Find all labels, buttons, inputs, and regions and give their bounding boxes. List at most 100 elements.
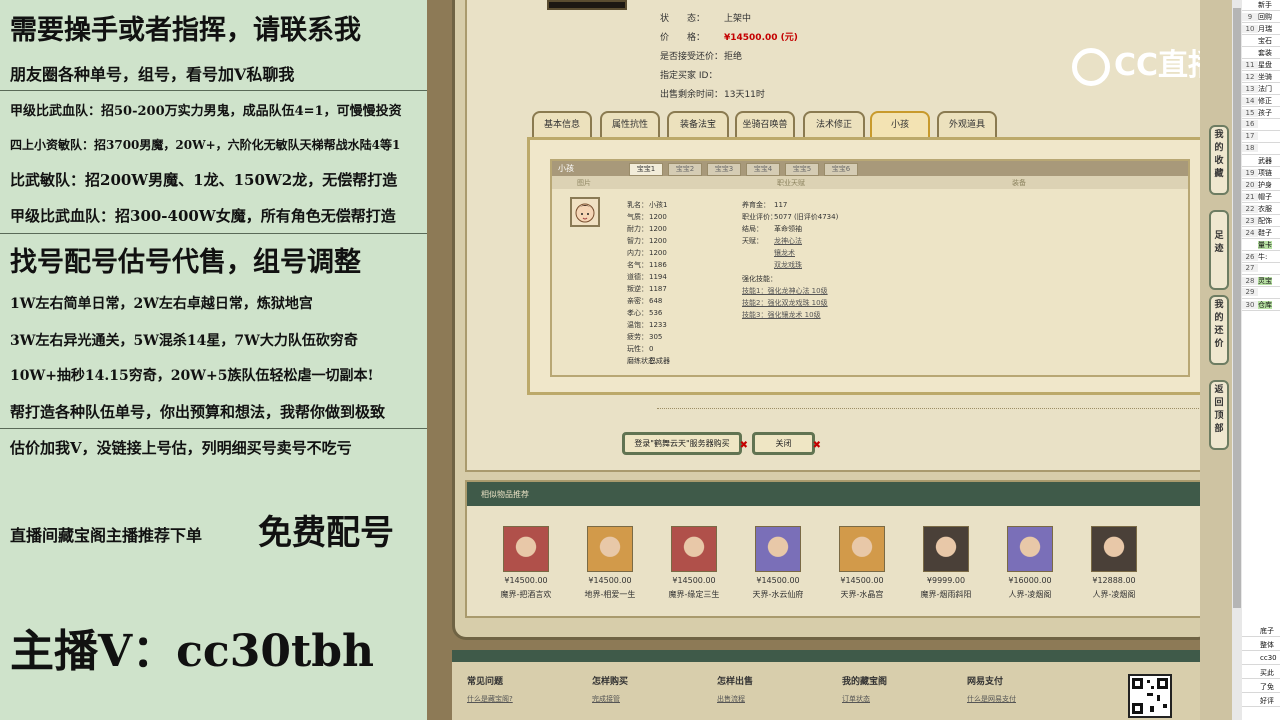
baby-tab-5[interactable]: 宝宝5 [785, 163, 819, 176]
talent-link[interactable]: 双龙戏珠 [774, 261, 802, 269]
login-buy-button[interactable]: 登录"鹤舞云天"服务器购买 ✖ [622, 432, 748, 455]
skill-link[interactable]: 技能1：强化龙神心法 10级 [742, 287, 828, 295]
streamer-overlay-panel: 需要操手或者指挥，请联系我 朋友圈各种单号，组号，看号加V私聊我 甲级比武血队：… [0, 0, 427, 720]
footer-link[interactable]: 什么是网易支付 [967, 694, 1016, 704]
recommend-item[interactable]: ¥16000.00 人界-凌烟阁 [992, 526, 1068, 600]
sheet-row: 9 回购 [1242, 12, 1280, 23]
talent-link[interactable]: 龙神心法 [774, 237, 802, 245]
side-nav-my-bargain[interactable]: 我的还价 [1209, 295, 1229, 365]
tab-spells[interactable]: 法术修正 [803, 111, 865, 137]
recommend-price: ¥16000.00 [1008, 576, 1052, 585]
tab-equipment[interactable]: 装备法宝 [667, 111, 729, 137]
sheet-row: 21 帽子 [1242, 192, 1280, 203]
sheet-row: 14 修正 [1242, 96, 1280, 107]
tab-children[interactable]: 小孩 [870, 111, 930, 137]
col-header-talent: 职业天赋 [777, 179, 805, 187]
child-stat-row: 名气：1186 [627, 261, 667, 269]
recommend-section: 相似物品推荐 ¥14500.00 魔界-把酒言欢 ¥14500.00 地界-相爱一生 ¥… [465, 480, 1202, 618]
skill-link[interactable]: 技能3：强化镶龙术 10级 [742, 311, 821, 319]
side-nav-favorites[interactable]: 我的收藏 [1209, 125, 1229, 195]
close-icon: ✖ [812, 440, 821, 451]
sheet-row: 套装 [1242, 48, 1280, 59]
overlay-line: 四上小资敏队：招3700男魔，20W+，六阶化无敏队天梯帮战水陆4等1 [10, 138, 401, 152]
cangbaoge-page: 状 态： 上架中 价 格： ¥14500.00 (元) 是否接受还价：拒绝 指定买家… [427, 0, 1240, 720]
character-portrait[interactable] [839, 526, 885, 572]
side-nav-history[interactable]: 足迹 [1209, 210, 1229, 290]
cc-live-logo: CC直播 [1072, 40, 1218, 86]
recommend-header: 相似物品推荐 [467, 482, 1200, 506]
tab-appearance[interactable]: 外观道具 [937, 111, 997, 137]
footer-bar [452, 650, 1212, 662]
tab-attributes[interactable]: 属性抗性 [600, 111, 660, 137]
overlay-line: 甲级比武血队：招300-400W女魔，所有角色无偿帮打造 [10, 207, 396, 225]
close-button[interactable]: 关闭 ✖ [752, 432, 821, 455]
recommend-item[interactable]: ¥9999.00 魔界-烟雨斜阳 [908, 526, 984, 600]
footer-link[interactable]: 出售流程 [717, 694, 745, 704]
recommend-server[interactable]: 地界-相爱一生 [572, 589, 648, 600]
overlay-line: 找号配号估号代售，组号调整 [10, 247, 361, 278]
recommend-server[interactable]: 天界-水晶宫 [824, 589, 900, 600]
recommend-server[interactable]: 魔界-烟雨斜阳 [908, 589, 984, 600]
sheet-note: 好评 [1242, 696, 1280, 707]
character-portrait[interactable] [587, 526, 633, 572]
overlay-line: 10W+抽秒14.15穷奇，20W+5族队伍轻松虐一切副本! [10, 368, 374, 384]
recommend-item[interactable]: ¥12888.00 人界-凌烟阁 [1076, 526, 1152, 600]
buyer-id-row: 指定买家 ID： [660, 71, 718, 81]
footer-link[interactable]: 完成接管 [592, 694, 620, 704]
recommend-server[interactable]: 人界-凌烟阁 [1076, 589, 1152, 600]
col-header-image: 图片 [577, 179, 591, 187]
child-career-info: 养育金： 117 职业评价：5077 (旧评价4734) 结局： 革命领袖 天赋：龙… [742, 201, 839, 319]
baby-tab-6[interactable]: 宝宝6 [824, 163, 858, 176]
child-stat-row: 乳名：小孩1 [627, 201, 668, 209]
overlay-line: 帮打造各种队伍单号，你出预算和想法，我帮你做到极致 [10, 403, 386, 421]
sheet-row: 23 配饰 [1242, 216, 1280, 227]
sheet-row: 宝石 [1242, 36, 1280, 47]
recommend-item[interactable]: ¥14500.00 天界-水晶宫 [824, 526, 900, 600]
baby-tab-4[interactable]: 宝宝4 [746, 163, 780, 176]
recommend-server[interactable]: 魔界-把酒言欢 [488, 589, 564, 600]
sheet-row: 新手 [1242, 0, 1280, 11]
recommend-server[interactable]: 天界-水云仙府 [740, 589, 816, 600]
child-stat-row: 气质：1200 [627, 213, 667, 221]
character-portrait[interactable] [503, 526, 549, 572]
scroll-thumb[interactable] [1233, 8, 1241, 608]
skill-link[interactable]: 技能2：强化双龙戏珠 10级 [742, 299, 828, 307]
footer-link[interactable]: 什么是藏宝阁? [467, 694, 513, 704]
sheet-note: 买此 [1242, 668, 1280, 679]
tab-mounts[interactable]: 坐骑召唤兽 [735, 111, 795, 137]
recommend-item[interactable]: ¥14500.00 魔界-缘定三生 [656, 526, 732, 600]
character-portrait[interactable] [1007, 526, 1053, 572]
footer-link[interactable]: 订单状态 [842, 694, 870, 704]
sheet-note: 了免 [1242, 682, 1280, 693]
recommend-server[interactable]: 人界-凌烟阁 [992, 589, 1068, 600]
recommend-server[interactable]: 魔界-缘定三生 [656, 589, 732, 600]
sheet-row: 量卡 [1242, 240, 1280, 251]
page-scrollbar[interactable] [1232, 0, 1242, 720]
talent-link[interactable]: 镶龙术 [774, 249, 795, 257]
child-avatar [570, 197, 600, 227]
recommend-item[interactable]: ¥14500.00 地界-相爱一生 [572, 526, 648, 600]
child-stat-row: 智力：1200 [627, 237, 667, 245]
baby-tab-3[interactable]: 宝宝3 [707, 163, 741, 176]
recommend-item[interactable]: ¥14500.00 魔界-把酒言欢 [488, 526, 564, 600]
recommend-item[interactable]: ¥14500.00 天界-水云仙府 [740, 526, 816, 600]
overlay-line: 估价加我V，没链接上号估，列明细买号卖号不吃亏 [10, 439, 352, 457]
child-stat-row: 道德：1194 [627, 273, 667, 281]
character-portrait[interactable] [1091, 526, 1137, 572]
recommend-price: ¥14500.00 [840, 576, 884, 585]
recommend-price: ¥14500.00 [588, 576, 632, 585]
character-portrait[interactable] [755, 526, 801, 572]
baby-tab-1[interactable]: 宝宝1 [629, 163, 663, 176]
sheet-note: 整体 [1242, 640, 1280, 651]
page-frame: 状 态： 上架中 价 格： ¥14500.00 (元) 是否接受还价：拒绝 指定买家… [452, 0, 1223, 640]
side-nav-back-to-top[interactable]: 返回顶部 [1209, 380, 1229, 450]
footer-heading: 常见问题 [467, 677, 504, 687]
spreadsheet-strip: 新手 9 回购 10 月瑞 宝石 套装 11 星盘 12 坐骑 13 法门 14 修正 15 孩子 16 17 18 武… [1242, 0, 1280, 720]
bargain-row: 是否接受还价：拒绝 [660, 52, 743, 62]
character-portrait[interactable] [671, 526, 717, 572]
character-portrait[interactable] [923, 526, 969, 572]
tab-basic-info[interactable]: 基本信息 [532, 111, 592, 137]
baby-tab-2[interactable]: 宝宝2 [668, 163, 702, 176]
child-panel-header: 小孩 宝宝1 宝宝2 宝宝3 宝宝4 宝宝5 宝宝6 [552, 161, 1188, 176]
divider [0, 233, 427, 234]
